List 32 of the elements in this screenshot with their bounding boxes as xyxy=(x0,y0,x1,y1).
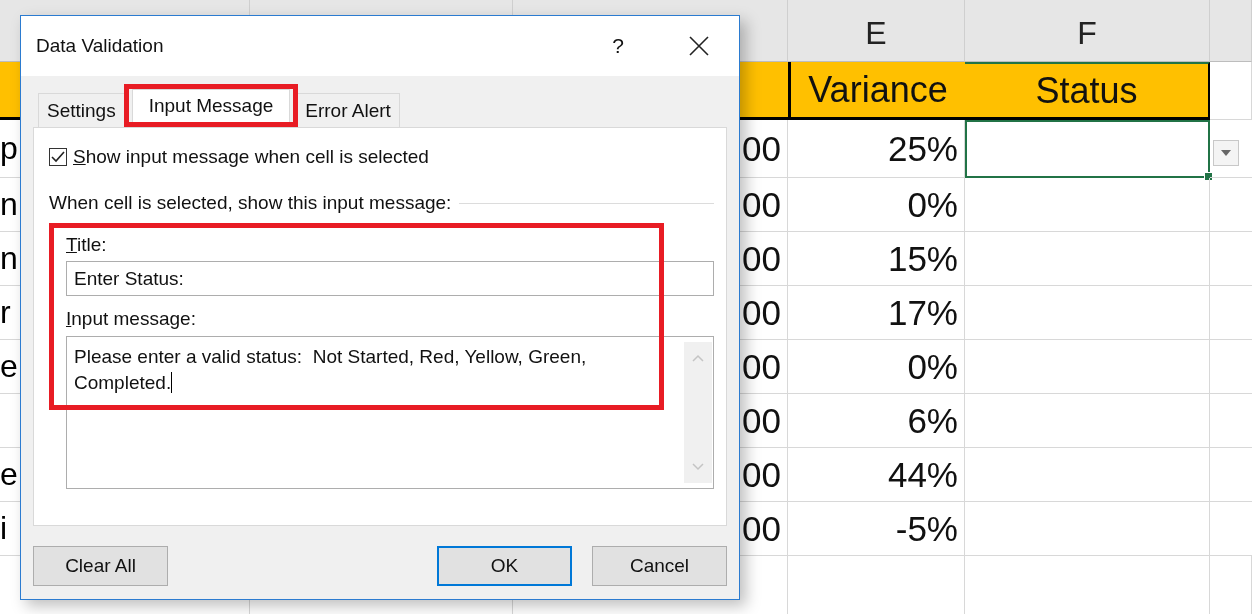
tab[interactable]: Error Alert xyxy=(296,93,400,127)
table-cell: -5% xyxy=(788,502,965,556)
table-cell: 25% xyxy=(788,120,965,178)
table-cell: 17% xyxy=(788,286,965,340)
window-title: Data Validation xyxy=(36,35,165,57)
caret-icon xyxy=(1221,150,1231,156)
tab[interactable]: Input Message xyxy=(131,89,291,122)
field-label: Input message: xyxy=(66,308,196,330)
title-field[interactable]: Enter Status: xyxy=(66,261,714,296)
input-message-field[interactable]: Please enter a valid status: Not Started, Red, Yellow, Green, Completed. xyxy=(66,336,714,489)
table-cell: 44% xyxy=(788,448,965,502)
close-icon[interactable] xyxy=(689,36,709,56)
checkbox[interactable] xyxy=(49,148,67,166)
table-cell: 0% xyxy=(788,340,965,394)
table-header-cell: Variance xyxy=(788,62,965,120)
table-cell: 0% xyxy=(788,178,965,232)
table-cell[interactable] xyxy=(965,120,1210,178)
column-header[interactable] xyxy=(1210,0,1252,62)
dialog-button[interactable]: Cancel xyxy=(592,546,727,586)
scrollbar[interactable] xyxy=(684,342,712,483)
dropdown-button[interactable] xyxy=(1213,140,1239,166)
tab[interactable]: Settings xyxy=(38,93,125,127)
scroll-up-icon[interactable] xyxy=(692,354,704,362)
dialog-button[interactable]: Clear All xyxy=(33,546,168,586)
table-cell: 15% xyxy=(788,232,965,286)
table-header-cell: Status xyxy=(965,62,1210,120)
help-button[interactable]: ? xyxy=(612,34,624,58)
scroll-down-icon[interactable] xyxy=(692,463,704,471)
field-label: Title: xyxy=(66,234,107,256)
table-cell: 6% xyxy=(788,394,965,448)
table-cell xyxy=(1210,62,1252,120)
dialog-button[interactable]: OK xyxy=(437,546,572,586)
